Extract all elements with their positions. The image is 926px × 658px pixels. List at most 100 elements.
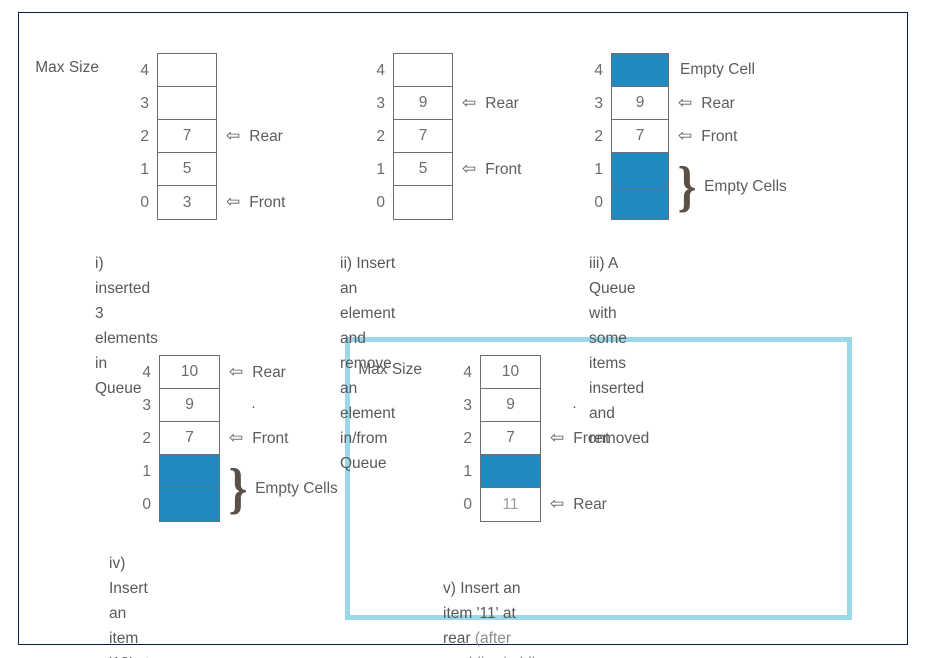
queue-cell[interactable]: 1 } Empty Cells — [594, 153, 787, 215]
queue-cell[interactable]: 1 } Empty Cells — [142, 455, 338, 517]
max-size-label-i: Max Size — [35, 59, 99, 76]
pointer-label: Rear — [485, 94, 519, 112]
queue-cell[interactable]: 3 9 · — [463, 389, 577, 422]
empty-cells-brace-group: } Empty Cells — [676, 156, 787, 218]
cell-index: 3 — [594, 94, 603, 112]
cell-index: 0 — [142, 495, 151, 513]
queue-cell[interactable]: 2 7 — [376, 120, 452, 153]
curly-brace-icon: } — [228, 458, 248, 520]
queue-cells-i: 4 3 2 7 ⇦ Rear 1 5 0 3 ⇦ Front — [140, 53, 285, 220]
cell-value: 3 — [182, 193, 192, 211]
cell-value: 9 — [418, 94, 428, 111]
front-pointer: ⇦ Front — [678, 120, 737, 153]
cell-index: 3 — [376, 94, 385, 112]
left-arrow-icon: ⇦ — [462, 159, 477, 178]
cell-value: 7 — [418, 127, 428, 144]
queue-cell[interactable]: 3 9 ⇦ Rear — [376, 87, 519, 120]
left-arrow-icon: ⇦ — [678, 93, 693, 112]
queue-cell[interactable]: 3 9 · — [142, 389, 256, 422]
cell-value: 10 — [501, 363, 520, 380]
dot-mark-icon: · — [572, 398, 577, 415]
cell-index: 0 — [376, 193, 385, 211]
empty-cells-label: Empty Cells — [255, 480, 338, 498]
cell-index: 0 — [140, 193, 149, 211]
cell-index: 3 — [142, 396, 151, 414]
cell-index: 3 — [140, 94, 149, 112]
queue-cell[interactable]: 0 — [594, 186, 668, 219]
pointer-label: Front — [252, 429, 289, 447]
cell-value: 7 — [635, 127, 645, 144]
left-arrow-icon: ⇦ — [462, 93, 477, 112]
queue-cells-iii: 4 Empty Cell 3 9 ⇦ Rear 2 7 ⇦ Front 1} … — [594, 53, 787, 220]
cell-value: 9 — [185, 396, 194, 413]
queue-cell[interactable]: 0 — [142, 488, 219, 521]
cell-value: 7 — [506, 429, 515, 446]
pointer-label: Front — [485, 160, 522, 178]
caption-iii: iii) A Queue with some items inserted an… — [589, 255, 650, 447]
queue-cell[interactable]: 0 11 ⇦ Rear — [463, 488, 607, 521]
cell-index: 1 — [142, 462, 151, 480]
queue-cell[interactable]: 4 — [140, 54, 216, 87]
rear-pointer: ⇦ Rear — [229, 356, 286, 389]
cell-value: 5 — [418, 160, 428, 177]
cell-value: 7 — [182, 127, 192, 144]
queue-cells-v: 4 10 3 9 · 2 7 ⇦ Front 1 0 11 ⇦ Rear — [463, 355, 609, 522]
queue-cell[interactable]: 2 7 ⇦ Front — [142, 422, 288, 455]
cell-index: 0 — [463, 495, 472, 513]
queue-cell[interactable]: 1 — [463, 455, 540, 488]
caption-v: v) Insert an item '11' at rear (after en… — [443, 551, 552, 658]
cell-value: 10 — [180, 363, 199, 380]
cell-value: 5 — [182, 160, 192, 177]
empty-cells-brace-group: } Empty Cells — [227, 458, 338, 520]
front-pointer: ⇦ Front — [229, 422, 288, 455]
queue-cell[interactable]: 4 Empty Cell — [594, 54, 755, 87]
cell-value: 11 — [502, 495, 519, 513]
queue-cell[interactable]: 4 — [376, 54, 452, 87]
caption-iv: iv) Insert an item '10' at rear — [109, 555, 149, 658]
left-arrow-icon: ⇦ — [229, 428, 244, 447]
rear-pointer: ⇦ Rear — [550, 488, 607, 521]
queue-cell[interactable]: 2 7 ⇦ Front — [594, 120, 737, 153]
rear-pointer: ⇦ Rear — [678, 87, 735, 120]
queue-cell[interactable]: 0 — [376, 186, 452, 219]
left-arrow-icon: ⇦ — [226, 126, 241, 145]
queue-cell[interactable]: 1 5 — [140, 153, 216, 186]
max-size-label-v: Max Size — [358, 361, 422, 378]
queue-cell[interactable]: 1 5 ⇦ Front — [376, 153, 521, 186]
queue-cell[interactable]: 2 7 ⇦ Front — [463, 422, 609, 455]
cell-index: 4 — [140, 61, 149, 79]
left-arrow-icon: ⇦ — [226, 192, 241, 211]
queue-cell[interactable]: 2 7 ⇦ Rear — [140, 120, 283, 153]
front-pointer: ⇦ Front — [550, 422, 609, 455]
diagram-canvas: Max Size 4 3 2 7 ⇦ Rear 1 5 0 3 ⇦ Front … — [0, 0, 926, 658]
pointer-label: Front — [249, 193, 286, 211]
cell-index: 2 — [594, 127, 603, 145]
pointer-label: Rear — [252, 363, 286, 381]
queue-cell[interactable]: 3 — [140, 87, 216, 120]
pointer-label: Rear — [701, 94, 735, 112]
cell-index: 2 — [140, 127, 149, 145]
cell-index: 2 — [463, 429, 472, 447]
cell-index: 4 — [376, 61, 385, 79]
cell-index: 4 — [142, 363, 151, 381]
front-pointer: ⇦ Front — [226, 186, 285, 219]
left-arrow-icon: ⇦ — [229, 362, 244, 381]
left-arrow-icon: ⇦ — [550, 428, 565, 447]
pointer-label: Front — [701, 127, 738, 145]
front-pointer: ⇦ Front — [462, 153, 521, 186]
queue-cell[interactable]: 4 10 — [463, 356, 540, 389]
left-arrow-icon: ⇦ — [550, 494, 565, 513]
cell-value: 9 — [635, 94, 645, 111]
cell-index: 1 — [376, 160, 385, 178]
rear-pointer: ⇦ Rear — [226, 120, 283, 153]
pointer-label: Front — [573, 429, 610, 447]
cell-index: 1 — [140, 160, 149, 178]
curly-brace-icon: } — [677, 156, 697, 218]
queue-cell[interactable]: 3 9 ⇦ Rear — [594, 87, 735, 120]
empty-cells-label: Empty Cells — [704, 178, 787, 196]
cell-index: 3 — [463, 396, 472, 414]
queue-cells-iv: 4 10 ⇦ Rear 3 9 · 2 7 ⇦ Front 1} Empty … — [142, 355, 338, 522]
rear-pointer: ⇦ Rear — [462, 87, 519, 120]
queue-cell[interactable]: 4 10 ⇦ Rear — [142, 356, 286, 389]
queue-cell[interactable]: 0 3 ⇦ Front — [140, 186, 285, 219]
